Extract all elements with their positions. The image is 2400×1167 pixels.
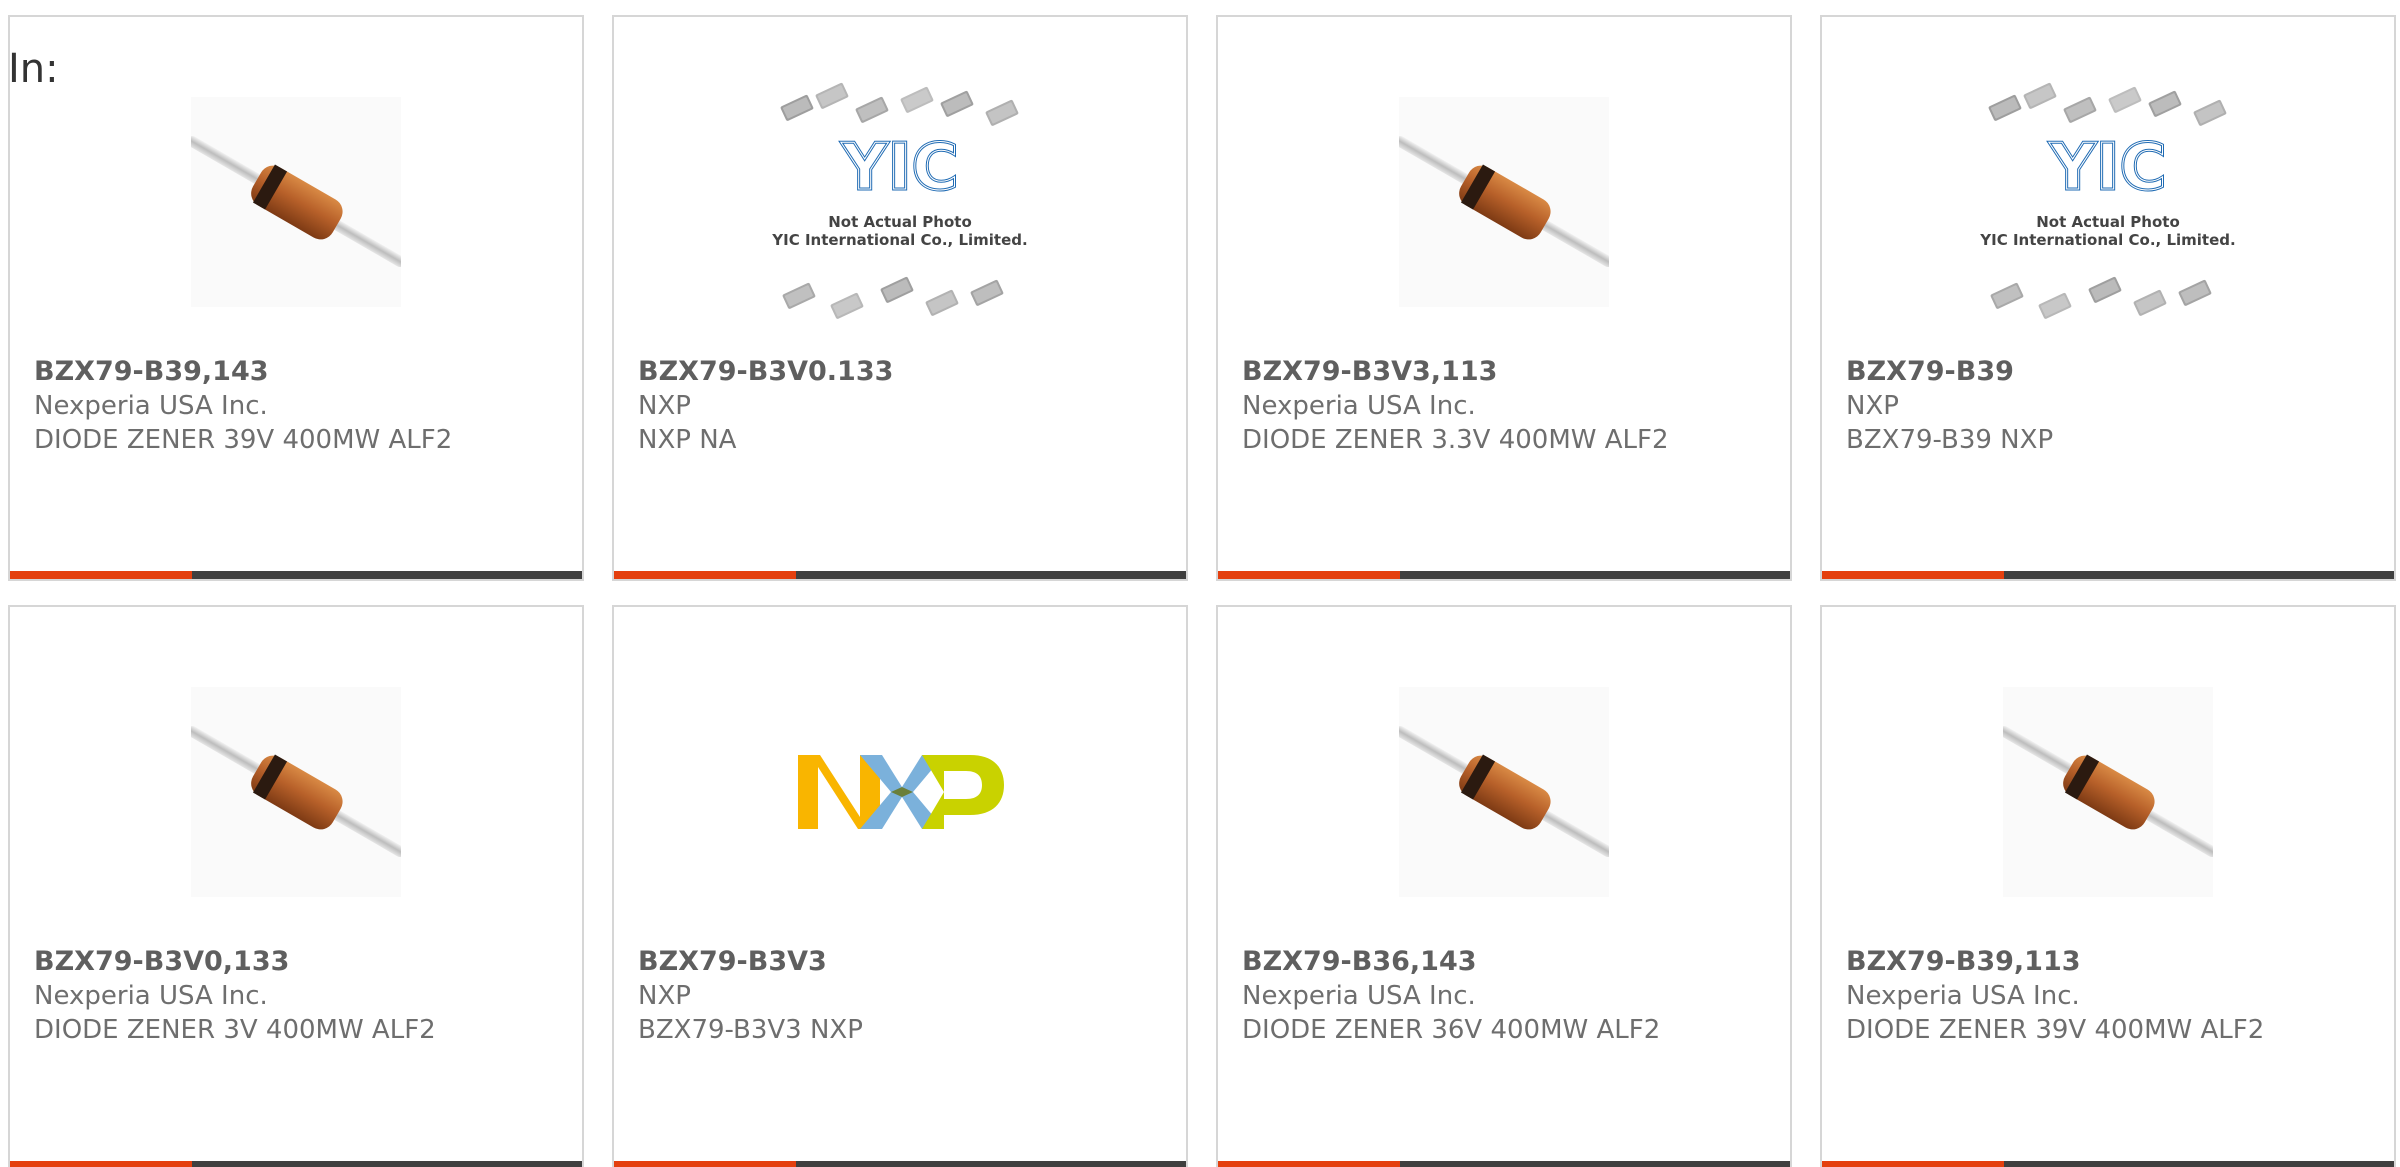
product-card[interactable]: BZX79-B36,143 Nexperia USA Inc. DIODE ZE… [1216,605,1792,1167]
product-card[interactable]: YIC YIC Not Actual Photo YIC Internation… [1820,15,2396,581]
part-number-link[interactable]: BZX79-B39,143 [34,356,269,387]
diode-component-icon [2003,687,2213,897]
product-description: DIODE ZENER 39V 400MW ALF2 [34,425,453,455]
part-number-link[interactable]: BZX79-B3V3 [638,946,827,977]
part-number-link[interactable]: BZX79-B3V0,133 [34,946,289,977]
svg-text:Not Actual Photo: Not Actual Photo [828,213,972,231]
product-image[interactable] [1218,77,1790,327]
product-description: DIODE ZENER 36V 400MW ALF2 [1242,1015,1661,1045]
card-footer-bar [614,1161,1186,1167]
card-footer-bar [1822,571,2394,579]
card-accent-bar [1218,1161,1400,1167]
manufacturer-name: Nexperia USA Inc. [1242,391,1476,421]
card-accent-bar [614,1161,796,1167]
card-footer-bar [614,571,1186,579]
filter-in-label: In: [8,46,59,92]
part-number-link[interactable]: BZX79-B3V3,113 [1242,356,1497,387]
not-actual-photo-placeholder-icon: YIC YIC Not Actual Photo YIC Internation… [771,82,1028,319]
product-description: NXP NA [638,425,737,455]
product-card[interactable]: BZX79-B3V3 NXP BZX79-B3V3 NXP [612,605,1188,1167]
card-footer-bar [10,1161,582,1167]
product-description: BZX79-B39 NXP [1846,425,2054,455]
product-card[interactable]: BZX79-B39,143 Nexperia USA Inc. DIODE ZE… [8,15,584,581]
manufacturer-name: Nexperia USA Inc. [34,981,268,1011]
not-actual-photo-placeholder-icon: YIC YIC Not Actual Photo YIC Internation… [1979,82,2236,319]
manufacturer-name: NXP [638,981,691,1011]
svg-text:Not Actual Photo: Not Actual Photo [2036,213,2180,231]
product-card[interactable]: YIC YIC Not Actual Photo YIC Internation… [612,15,1188,581]
card-accent-bar [614,571,796,579]
product-results-page: In: BZX79-B39,143 Nexperia USA Inc. DIOD… [0,0,2400,1167]
diode-component-icon [191,687,401,897]
manufacturer-name: Nexperia USA Inc. [1242,981,1476,1011]
diode-component-icon [191,97,401,307]
part-number-link[interactable]: BZX79-B39 [1846,356,2014,387]
product-card[interactable]: BZX79-B39,113 Nexperia USA Inc. DIODE ZE… [1820,605,2396,1167]
product-image[interactable]: YIC YIC Not Actual Photo YIC Internation… [1822,77,2394,327]
product-image[interactable] [10,77,582,327]
svg-text:YIC International Co., Limited: YIC International Co., Limited. [1979,231,2235,249]
card-accent-bar [1218,571,1400,579]
diode-component-icon [1399,97,1609,307]
product-image[interactable] [614,667,1186,917]
product-image[interactable] [10,667,582,917]
product-card[interactable]: BZX79-B3V3,113 Nexperia USA Inc. DIODE Z… [1216,15,1792,581]
product-description: DIODE ZENER 3V 400MW ALF2 [34,1015,436,1045]
product-card[interactable]: BZX79-B3V0,133 Nexperia USA Inc. DIODE Z… [8,605,584,1167]
card-accent-bar [10,1161,192,1167]
part-number-link[interactable]: BZX79-B39,113 [1846,946,2081,977]
card-accent-bar [10,571,192,579]
card-footer-bar [1822,1161,2394,1167]
product-description: BZX79-B3V3 NXP [638,1015,863,1045]
product-image[interactable] [1218,667,1790,917]
card-accent-bar [1822,1161,2004,1167]
product-image[interactable]: YIC YIC Not Actual Photo YIC Internation… [614,77,1186,327]
card-footer-bar [10,571,582,579]
product-description: DIODE ZENER 39V 400MW ALF2 [1846,1015,2265,1045]
diode-component-icon [1399,687,1609,897]
nxp-logo-icon [798,755,1004,829]
svg-text:YIC: YIC [2048,131,2166,205]
manufacturer-name: NXP [1846,391,1899,421]
svg-text:YIC: YIC [840,131,958,205]
product-description: DIODE ZENER 3.3V 400MW ALF2 [1242,425,1669,455]
svg-text:YIC International Co., Limited: YIC International Co., Limited. [771,231,1027,249]
part-number-link[interactable]: BZX79-B36,143 [1242,946,1477,977]
manufacturer-name: Nexperia USA Inc. [1846,981,2080,1011]
card-footer-bar [1218,1161,1790,1167]
manufacturer-name: Nexperia USA Inc. [34,391,268,421]
part-number-link[interactable]: BZX79-B3V0.133 [638,356,893,387]
product-image[interactable] [1822,667,2394,917]
manufacturer-name: NXP [638,391,691,421]
card-accent-bar [1822,571,2004,579]
card-footer-bar [1218,571,1790,579]
